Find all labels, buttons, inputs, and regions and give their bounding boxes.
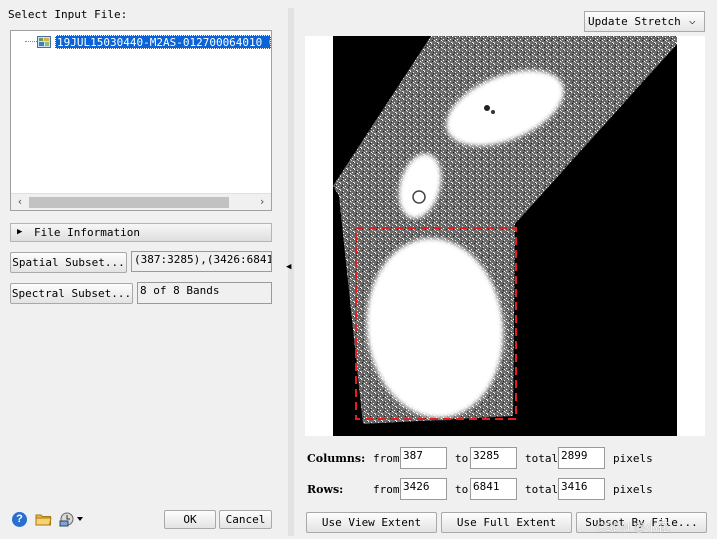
file-list[interactable]: 19JUL15030440-M2AS-012700064010_01_P ‹ › [10, 30, 272, 211]
options-menu-icon[interactable] [59, 511, 85, 527]
stretch-select-value: Update Stretch [588, 15, 681, 28]
stretch-select[interactable]: Update Stretch ⌵ [584, 11, 705, 32]
scroll-right-icon[interactable]: › [256, 195, 268, 209]
columns-total-input[interactable]: 2899 [558, 447, 605, 469]
scroll-left-icon[interactable]: ‹ [14, 195, 26, 209]
chevron-down-icon: ⌵ [689, 14, 696, 27]
rows-total-input[interactable]: 3416 [558, 478, 605, 500]
collapse-arrow-icon[interactable]: ◀ [286, 262, 291, 272]
use-view-extent-button[interactable]: Use View Extent [306, 512, 437, 533]
ok-button[interactable]: OK [164, 510, 216, 529]
expand-arrow-icon: ▶ [17, 227, 23, 237]
file-list-item[interactable]: 19JUL15030440-M2AS-012700064010_01_P [55, 35, 271, 49]
raster-file-icon [37, 36, 51, 48]
columns-from-label: from [373, 452, 400, 465]
rows-from-input[interactable]: 3426 [400, 478, 447, 500]
image-preview-panel[interactable] [305, 36, 705, 436]
rows-to-input[interactable]: 6841 [470, 478, 517, 500]
rows-total-label: total [525, 483, 559, 496]
spectral-subset-button[interactable]: Spectral Subset... [10, 283, 133, 304]
columns-from-input[interactable]: 387 [400, 447, 447, 469]
columns-unit-label: pixels [613, 452, 653, 465]
cancel-button[interactable]: Cancel [219, 510, 272, 529]
file-information-toggle[interactable]: ▶ File Information [10, 223, 272, 242]
spatial-subset-value: (387:3285),(3426:6841) [131, 251, 272, 272]
rows-unit-label: pixels [613, 483, 653, 496]
spatial-subset-button[interactable]: Spatial Subset... [10, 252, 127, 273]
open-folder-icon[interactable] [35, 512, 52, 526]
spectral-subset-value: 8 of 8 Bands [137, 282, 272, 304]
horizontal-scrollbar[interactable]: ‹ › [11, 193, 271, 210]
columns-total-label: total [525, 452, 559, 465]
rows-to-label: to [455, 483, 469, 496]
use-full-extent-button[interactable]: Use Full Extent [441, 512, 572, 533]
help-icon[interactable]: ? [12, 512, 27, 527]
columns-to-input[interactable]: 3285 [470, 447, 517, 469]
select-input-file-label: Select Input File: [8, 8, 128, 21]
rows-from-label: from [373, 483, 400, 496]
tree-connector [25, 41, 37, 42]
rows-label: Rows: [307, 483, 344, 496]
image-preview[interactable] [305, 36, 705, 436]
scrollbar-thumb[interactable] [29, 197, 229, 208]
columns-label: Columns: [307, 452, 366, 465]
file-information-label: File Information [34, 226, 140, 239]
panel-splitter[interactable] [288, 8, 294, 536]
watermark: CSDN @小花 [596, 520, 670, 534]
columns-to-label: to [455, 452, 469, 465]
